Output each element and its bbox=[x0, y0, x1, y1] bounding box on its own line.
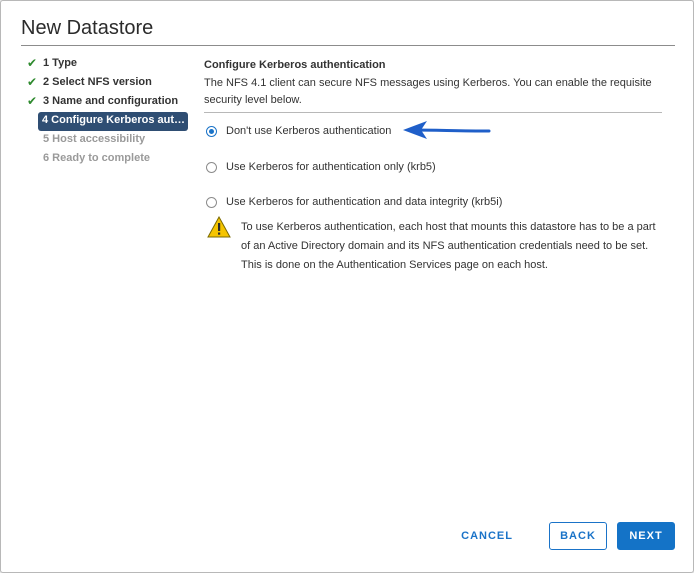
step-select-nfs-version[interactable]: ✔ 2 Select NFS version bbox=[25, 74, 191, 93]
check-icon: ✔ bbox=[27, 75, 38, 89]
dialog-footer: CANCEL BACK NEXT bbox=[447, 522, 675, 550]
warning-text: To use Kerberos authentication, each hos… bbox=[241, 221, 656, 271]
warning-icon bbox=[207, 216, 231, 238]
radio-button[interactable] bbox=[206, 196, 217, 208]
step-label: 3 Name and configuration bbox=[43, 95, 179, 107]
cancel-button[interactable]: CANCEL bbox=[447, 522, 527, 550]
back-button[interactable]: BACK bbox=[549, 522, 607, 550]
section-description: The NFS 4.1 client can secure NFS messag… bbox=[204, 77, 652, 106]
content-divider bbox=[204, 112, 662, 113]
dialog-title: New Datastore bbox=[21, 17, 154, 39]
section-title: Configure Kerberos authentication bbox=[204, 59, 386, 71]
radio-button-selected[interactable] bbox=[206, 125, 217, 137]
step-name-and-configuration[interactable]: ✔ 3 Name and configuration bbox=[25, 93, 191, 112]
radio-button[interactable] bbox=[206, 161, 217, 173]
title-divider bbox=[21, 45, 675, 46]
step-label: 5 Host accessibility bbox=[43, 133, 146, 145]
step-type[interactable]: ✔ 1 Type bbox=[25, 55, 191, 74]
arrow-icon bbox=[403, 121, 491, 139]
step-host-accessibility: 5 Host accessibility bbox=[25, 131, 191, 150]
option-krb5i[interactable]: Use Kerberos for authentication and data… bbox=[206, 196, 502, 208]
step-configure-kerberos[interactable]: 4 Configure Kerberos auth... bbox=[38, 112, 188, 131]
option-no-kerberos[interactable]: Don't use Kerberos authentication bbox=[206, 125, 391, 137]
option-krb5[interactable]: Use Kerberos for authentication only (kr… bbox=[206, 161, 436, 173]
step-ready-to-complete: 6 Ready to complete bbox=[25, 150, 191, 169]
option-label: Don't use Kerberos authentication bbox=[226, 125, 392, 137]
next-button[interactable]: NEXT bbox=[617, 522, 675, 550]
new-datastore-dialog: New Datastore ✔ 1 Type ✔ 2 Select NFS ve… bbox=[0, 0, 694, 573]
option-label: Use Kerberos for authentication and data… bbox=[226, 196, 503, 208]
option-label: Use Kerberos for authentication only (kr… bbox=[226, 161, 436, 173]
step-label: 1 Type bbox=[43, 57, 78, 69]
check-icon: ✔ bbox=[27, 56, 38, 70]
wizard-steps: ✔ 1 Type ✔ 2 Select NFS version ✔ 3 Name… bbox=[25, 55, 191, 169]
check-icon: ✔ bbox=[27, 94, 38, 108]
step-label: 4 Configure Kerberos auth... bbox=[42, 114, 188, 126]
step-label: 6 Ready to complete bbox=[43, 152, 150, 164]
step-label: 2 Select NFS version bbox=[43, 76, 152, 88]
step-content: Configure Kerberos authentication The NF… bbox=[204, 59, 662, 113]
